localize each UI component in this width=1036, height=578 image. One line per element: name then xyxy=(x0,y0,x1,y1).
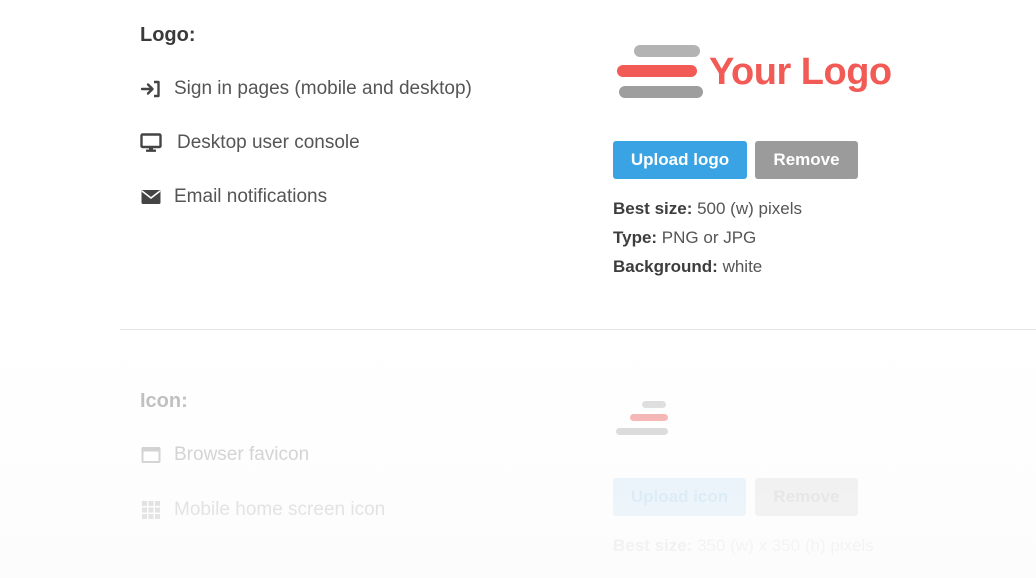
monitor-icon xyxy=(140,132,162,154)
spec-key: Type: xyxy=(613,228,658,247)
browser-window-icon xyxy=(140,444,162,466)
logo-spec-size: Best size: 500 (w) pixels xyxy=(613,199,802,219)
branding-settings-page: Logo: Sign in pages (mobile and desktop)… xyxy=(0,0,1036,578)
spec-value: 350 (w) x 350 (h) pixels xyxy=(692,536,874,555)
usage-item-home-screen-icon: Mobile home screen icon xyxy=(140,499,385,521)
spec-key: Best size: xyxy=(613,536,693,555)
spec-value: 500 (w) pixels xyxy=(692,199,802,218)
usage-label: Browser favicon xyxy=(174,444,310,465)
logo-preview-text: Your Logo xyxy=(709,51,892,93)
spec-value: PNG or JPG xyxy=(657,228,757,247)
remove-icon-button[interactable]: Remove xyxy=(755,478,858,516)
remove-logo-button[interactable]: Remove xyxy=(755,141,858,179)
app-grid-icon xyxy=(140,499,162,521)
logo-section-title: Logo: xyxy=(140,24,196,46)
upload-logo-button[interactable]: Upload logo xyxy=(613,141,747,179)
icon-section-title: Icon: xyxy=(140,390,188,412)
usage-label: Mobile home screen icon xyxy=(174,499,386,520)
spec-key: Background: xyxy=(613,257,718,276)
usage-label: Desktop user console xyxy=(177,132,360,153)
spec-value: white xyxy=(717,257,763,276)
section-divider xyxy=(120,329,1036,330)
usage-item-desktop-console: Desktop user console xyxy=(140,132,360,154)
icon-mark-preview xyxy=(616,401,668,435)
usage-item-sign-in: Sign in pages (mobile and desktop) xyxy=(140,78,472,100)
icon-spec-size: Best size: 350 (w) x 350 (h) pixels xyxy=(613,536,874,556)
usage-label: Sign in pages (mobile and desktop) xyxy=(174,78,472,99)
logo-spec-background: Background: white xyxy=(613,257,762,277)
logo-spec-type: Type: PNG or JPG xyxy=(613,228,756,248)
spec-key: Best size: xyxy=(613,199,693,218)
logo-preview: Your Logo xyxy=(617,43,897,105)
sign-in-icon xyxy=(140,78,162,100)
usage-label: Email notifications xyxy=(174,186,328,207)
upload-icon-button[interactable]: Upload icon xyxy=(613,478,746,516)
usage-item-email: Email notifications xyxy=(140,186,327,208)
usage-item-favicon: Browser favicon xyxy=(140,444,309,466)
logo-mark-icon xyxy=(617,45,703,98)
envelope-icon xyxy=(140,186,162,208)
